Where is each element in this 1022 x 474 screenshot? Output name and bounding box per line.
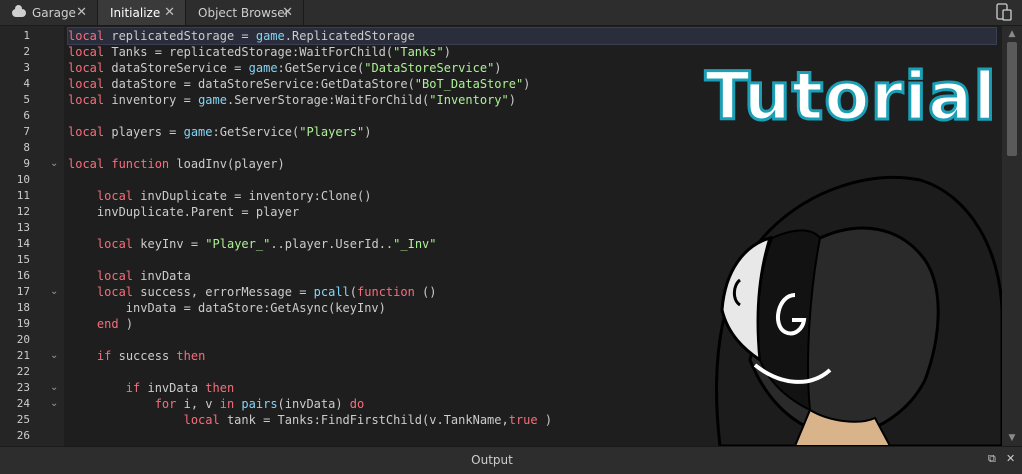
line-number: 21 [16,349,30,362]
close-icon[interactable]: ✕ [76,5,87,20]
output-title: Output [471,453,513,467]
tab-initialize[interactable]: Initialize ✕ [98,0,186,25]
tab-garage[interactable]: Garage ✕ [0,0,98,25]
line-number: 9 [23,157,30,170]
code-text: if success then [96,349,206,363]
line-number: 5 [23,93,30,106]
tab-object-browser[interactable]: Object Browser ✕ [186,0,304,25]
scroll-up-icon[interactable]: ▲ [1002,26,1022,42]
line-number: 6 [23,109,30,122]
code-text: local players = game:GetService("Players… [68,125,372,139]
output-panel-header[interactable]: Output ⧉ ✕ [0,446,1022,474]
line-number: 16 [16,269,30,282]
line-number: 14 [16,237,30,250]
line-number: 18 [16,301,30,314]
fold-chevron-icon[interactable]: ⌄ [50,348,58,364]
code-text: local invDuplicate = inventory:Clone() [96,189,372,203]
line-number: 19 [16,317,30,330]
line-number: 22 [16,365,30,378]
code-text: local dataStoreService = game:GetService… [68,61,502,75]
tab-label: Garage [32,5,76,20]
line-number: 15 [16,253,30,266]
code-text: local dataStore = dataStoreService:GetDa… [68,77,531,91]
line-number: 17 [16,285,30,298]
line-number: 13 [16,221,30,234]
line-number: 20 [16,333,30,346]
line-number: 10 [16,173,30,186]
code-text: local replicatedStorage = game.Replicate… [68,28,996,44]
line-number: 24 [16,397,30,410]
fold-chevron-icon[interactable]: ⌄ [50,284,58,300]
device-emulator-icon[interactable] [994,3,1012,21]
code-text: end ) [96,317,134,331]
code-text: local function loadInv(player) [68,157,285,171]
line-number: 7 [23,125,30,138]
fold-chevron-icon[interactable]: ⌄ [50,396,58,412]
code-text: invData = dataStore:GetAsync(keyInv) [68,301,386,315]
line-number: 1 [23,29,30,42]
code-text: local inventory = game.ServerStorage:Wai… [68,93,516,107]
code-text: local tank = Tanks:FindFirstChild(v.Tank… [183,413,553,427]
cloud-icon [12,4,26,17]
fold-chevron-icon[interactable]: ⌄ [50,156,58,172]
line-number: 11 [16,189,30,202]
code-text: local invData [96,269,191,283]
tab-bar: Garage ✕ Initialize ✕ Object Browser ✕ [0,0,1022,26]
line-number: 12 [16,205,30,218]
line-number: 3 [23,61,30,74]
vertical-scrollbar[interactable]: ▲ ▼ [1002,26,1022,446]
code-text: local keyInv = "Player_"..player.UserId.… [96,237,437,251]
line-number: 4 [23,77,30,90]
scroll-down-icon[interactable]: ▼ [1002,430,1022,446]
line-number: 8 [23,141,30,154]
scrollbar-thumb[interactable] [1007,42,1017,156]
code-text: if invData then [125,381,235,395]
code-text: local success, errorMessage = pcall(func… [96,285,437,299]
tab-label: Object Browser [198,5,290,20]
close-icon[interactable]: ✕ [1006,452,1015,465]
line-number: 2 [23,45,30,58]
code-text: for i, v in pairs(invData) do [154,397,365,411]
undock-icon[interactable]: ⧉ [988,452,996,466]
code-text: local Tanks = replicatedStorage:WaitForC… [68,45,451,59]
tab-label: Initialize [110,5,161,20]
code-text: invDuplicate.Parent = player [68,205,300,219]
close-icon[interactable]: ✕ [164,5,175,20]
tutorial-overlay-text: Tutorial [704,57,998,137]
fold-chevron-icon[interactable]: ⌄ [50,380,58,396]
hooded-figure-illustration [715,176,1002,446]
close-icon[interactable]: ✕ [282,5,293,20]
line-number: 23 [16,381,30,394]
line-number: 25 [16,413,30,426]
line-number: 26 [16,429,30,442]
